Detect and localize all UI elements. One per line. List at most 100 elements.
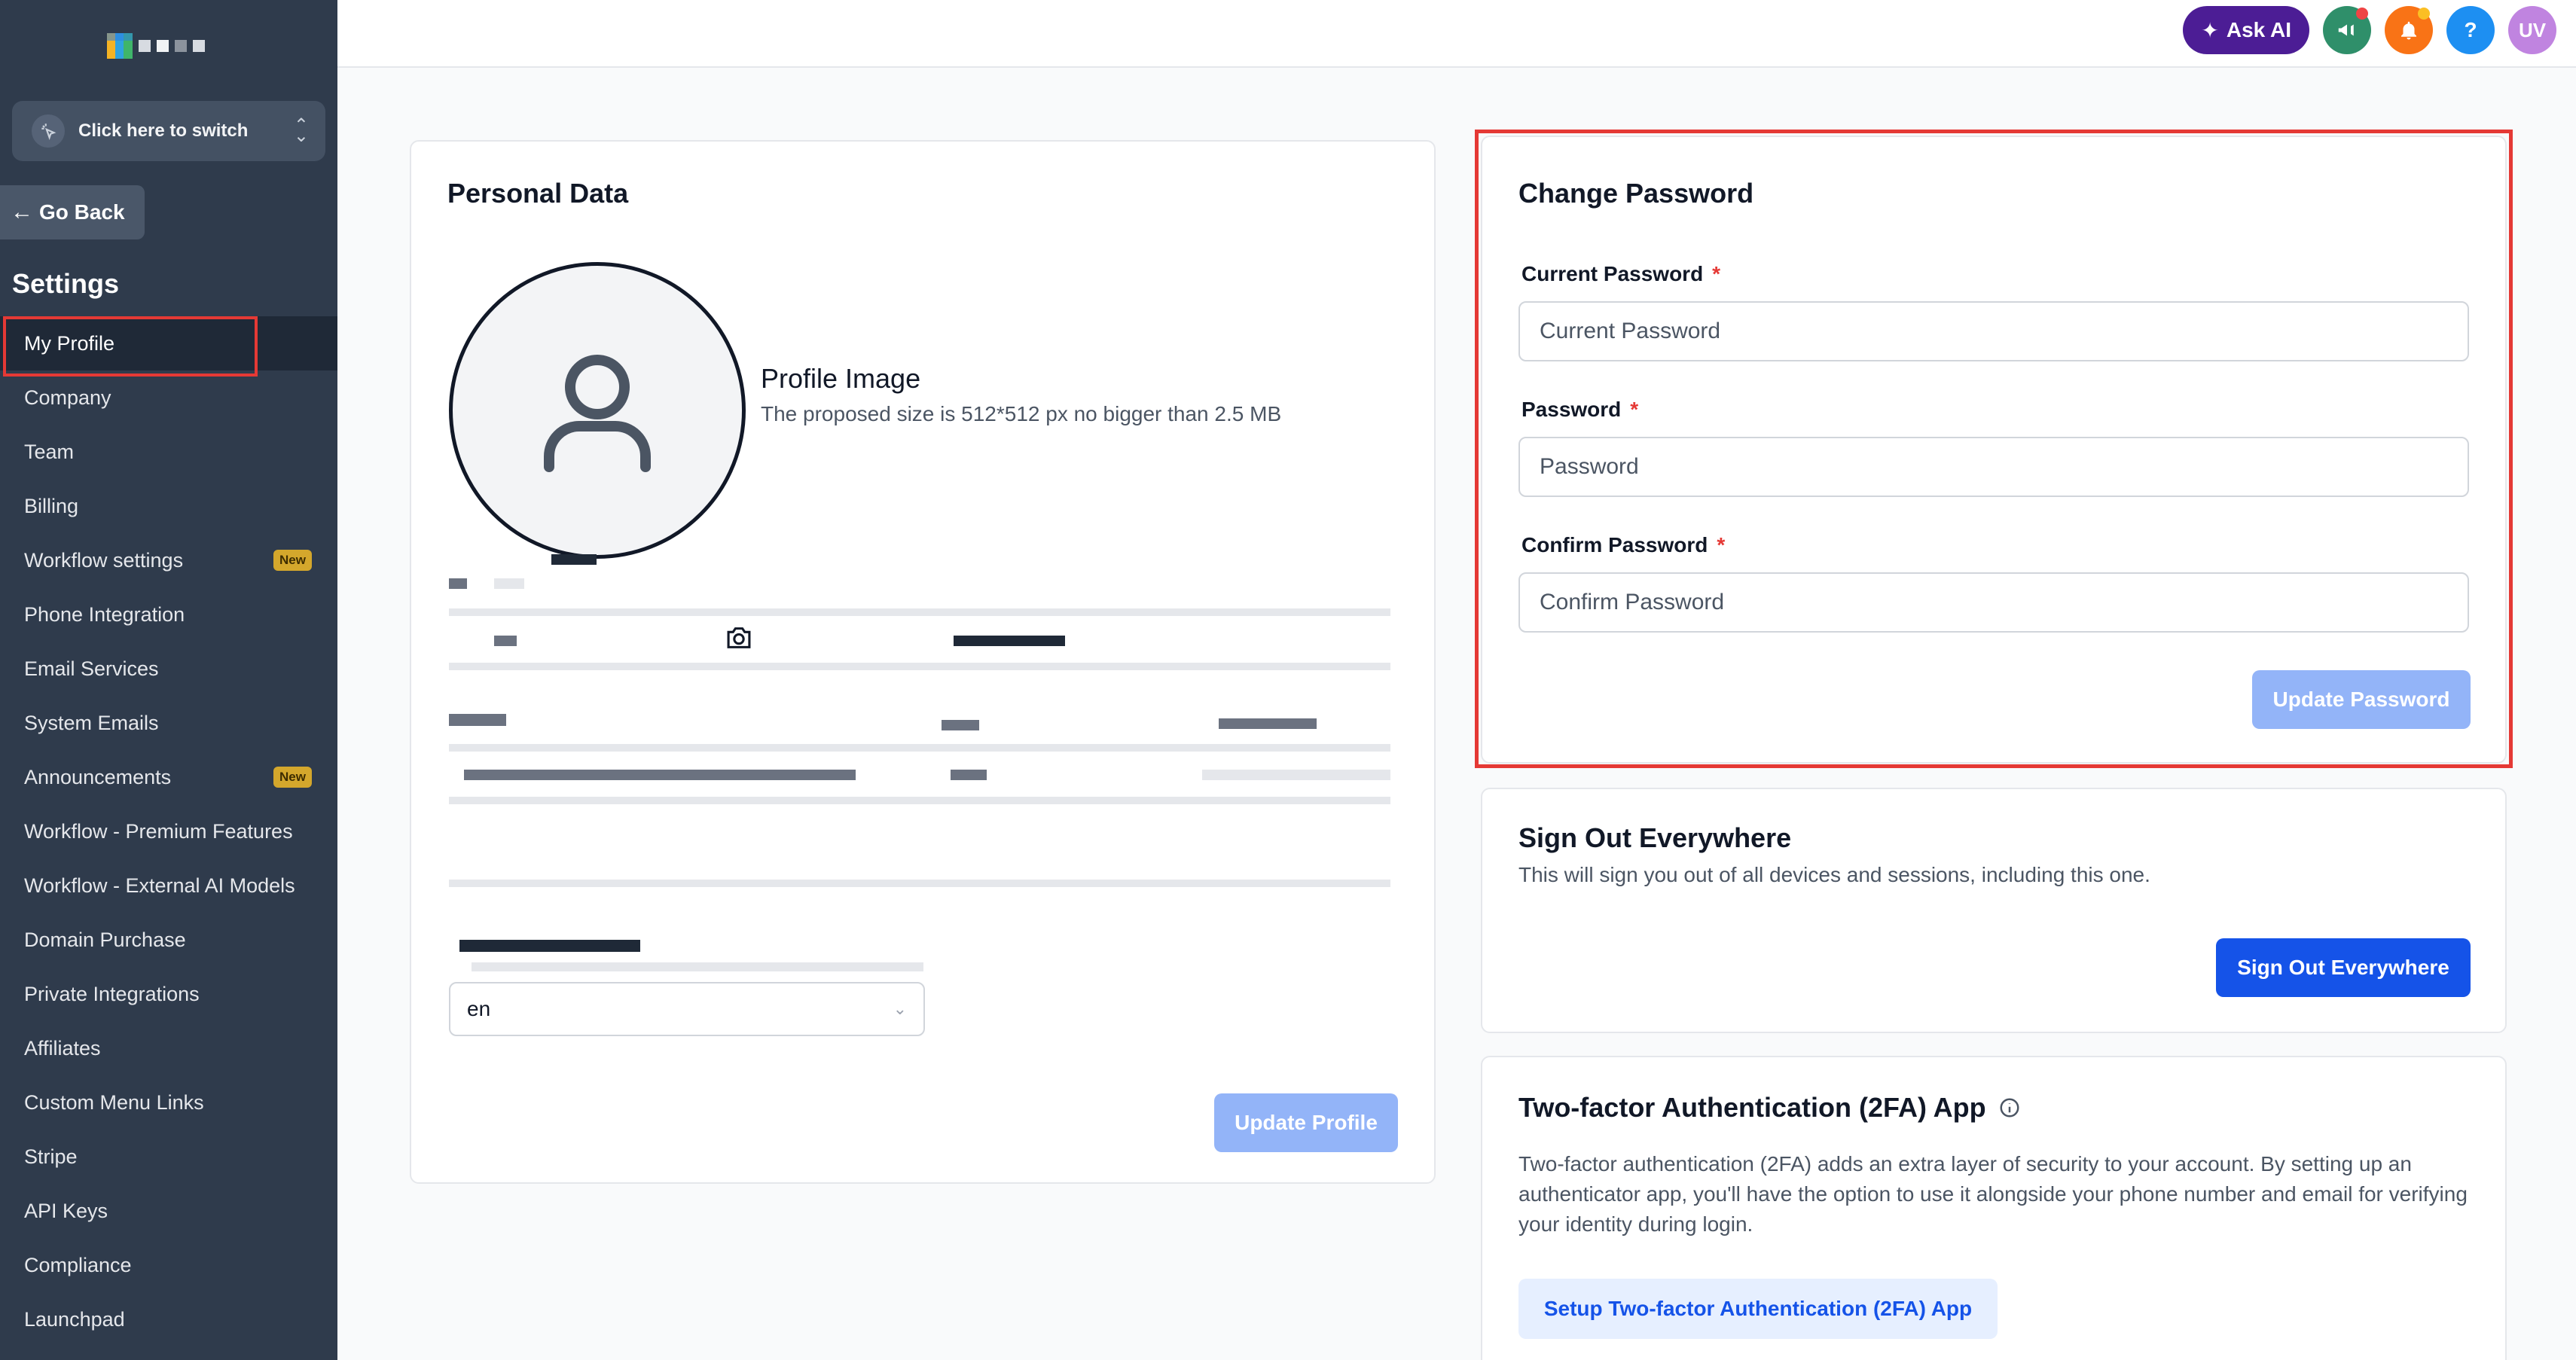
redacted-text (951, 770, 987, 780)
sidebar-item-system-emails[interactable]: System Emails (0, 696, 337, 750)
current-password-label: Current Password * (1521, 262, 1720, 286)
sidebar-item-team[interactable]: Team (0, 425, 337, 479)
sidebar-item-label: Billing (24, 494, 79, 517)
logo-mark-icon (107, 33, 133, 59)
redacted-field (449, 663, 1390, 670)
sidebar-item-label: Stripe (24, 1145, 78, 1168)
profile-image-title: Profile Image (761, 363, 921, 394)
go-back-label: Go Back (39, 200, 125, 224)
sidebar-item-phone-integration[interactable]: Phone Integration (0, 587, 337, 642)
update-password-button[interactable]: Update Password (2252, 670, 2471, 729)
two-factor-card: Two-factor Authentication (2FA) App Two-… (1481, 1056, 2507, 1360)
user-avatar[interactable]: UV (2508, 6, 2556, 54)
info-icon[interactable] (1998, 1096, 2021, 1119)
sidebar-item-my-profile[interactable]: My Profile (0, 316, 337, 370)
new-badge: New (273, 767, 312, 788)
avatar-initials: UV (2518, 18, 2547, 41)
settings-heading: Settings (12, 268, 120, 299)
new-password-input[interactable] (1518, 437, 2469, 497)
current-password-input[interactable] (1518, 301, 2469, 361)
redacted-field (449, 744, 1390, 752)
setup-2fa-button[interactable]: Setup Two-factor Authentication (2FA) Ap… (1518, 1279, 1998, 1339)
megaphone-icon (2338, 24, 2354, 36)
notification-dot (2418, 8, 2430, 20)
update-profile-button[interactable]: Update Profile (1214, 1093, 1398, 1152)
sidebar-item-workflow-external-ai-models[interactable]: Workflow - External AI Models (0, 858, 337, 913)
app-logo[interactable] (107, 33, 205, 59)
sidebar-item-api-keys[interactable]: API Keys (0, 1184, 337, 1238)
sidebar-item-private-integrations[interactable]: Private Integrations (0, 967, 337, 1021)
redacted-field (449, 880, 1390, 887)
sidebar-item-label: Launchpad (24, 1307, 125, 1331)
sidebar-item-email-services[interactable]: Email Services (0, 642, 337, 696)
sidebar-item-label: Domain Purchase (24, 928, 186, 951)
logo-text-redacted (175, 40, 187, 52)
change-password-title: Change Password (1518, 178, 1754, 209)
sign-out-everywhere-button[interactable]: Sign Out Everywhere (2216, 938, 2471, 997)
sidebar-item-stripe[interactable]: Stripe (0, 1130, 337, 1184)
sidebar-item-custom-menu-links[interactable]: Custom Menu Links (0, 1075, 337, 1130)
personal-data-title: Personal Data (447, 178, 629, 209)
new-badge: New (273, 550, 312, 571)
redacted-text (954, 636, 1065, 646)
sidebar-item-label: Compliance (24, 1253, 132, 1276)
go-back-button[interactable]: ← Go Back (0, 185, 145, 239)
sidebar-item-label: My Profile (24, 331, 115, 355)
account-switcher[interactable]: Click here to switch ⌃ ⌄ (12, 101, 325, 161)
megaphone-button[interactable] (2323, 6, 2371, 54)
redacted-text (494, 578, 524, 589)
sidebar-item-label: System Emails (24, 711, 159, 734)
sidebar-item-company[interactable]: Company (0, 370, 337, 425)
password-label: Password * (1521, 398, 1638, 422)
confirm-password-input[interactable] (1518, 572, 2469, 633)
sidebar: Click here to switch ⌃ ⌄ ← Go Back Settin… (0, 0, 337, 1360)
two-factor-header: Two-factor Authentication (2FA) App (1518, 1092, 2021, 1124)
sidebar-item-label: Workflow - Premium Features (24, 819, 293, 843)
redacted-text (464, 770, 856, 780)
redacted-text (449, 578, 467, 589)
language-value: en (467, 997, 491, 1020)
required-asterisk: * (1630, 398, 1639, 421)
redacted-text (494, 636, 517, 646)
sidebar-item-label: Workflow settings (24, 548, 184, 572)
profile-image-upload[interactable] (449, 262, 757, 656)
sidebar-item-label: Announcements (24, 765, 172, 788)
redacted-text (472, 962, 923, 971)
sign-out-description: This will sign you out of all devices an… (1518, 863, 2150, 886)
current-password-label-text: Current Password (1521, 262, 1704, 285)
sidebar-item-announcements[interactable]: Announcements New (0, 750, 337, 804)
sidebar-item-label: API Keys (24, 1199, 108, 1222)
required-asterisk: * (1712, 262, 1721, 285)
personal-data-card: Personal Data Profile Image The proposed… (410, 140, 1436, 1184)
chevron-down-icon: ⌄ (893, 999, 907, 1018)
ask-ai-label: Ask AI (2226, 18, 2291, 41)
user-placeholder-icon (544, 355, 651, 472)
language-select[interactable]: en ⌄ (449, 982, 925, 1036)
sidebar-item-workflow-settings[interactable]: Workflow settings New (0, 533, 337, 587)
settings-menu: My Profile Company Team Billing Workflow… (0, 316, 337, 1346)
confirm-password-label: Confirm Password * (1521, 533, 1725, 557)
sidebar-item-affiliates[interactable]: Affiliates (0, 1021, 337, 1075)
redacted-text (1219, 718, 1317, 729)
logo-text-redacted (157, 40, 169, 52)
sidebar-item-launchpad[interactable]: Launchpad (0, 1292, 337, 1346)
sign-out-title: Sign Out Everywhere (1518, 822, 1792, 853)
profile-image-hint: The proposed size is 512*512 px no bigge… (761, 402, 1282, 425)
help-button[interactable]: ? (2446, 6, 2495, 54)
sidebar-item-label: Custom Menu Links (24, 1090, 204, 1114)
pointer-click-icon (32, 114, 65, 148)
switcher-label: Click here to switch (78, 120, 249, 141)
sidebar-item-compliance[interactable]: Compliance (0, 1238, 337, 1292)
sparkle-icon: ✦ (2201, 18, 2219, 42)
arrow-left-icon: ← (11, 200, 33, 224)
notifications-button[interactable] (2385, 6, 2433, 54)
notification-dot (2356, 8, 2368, 20)
sidebar-item-billing[interactable]: Billing (0, 479, 337, 533)
ask-ai-button[interactable]: ✦ Ask AI (2183, 6, 2309, 54)
sidebar-item-domain-purchase[interactable]: Domain Purchase (0, 913, 337, 967)
redacted-text (1202, 770, 1390, 780)
sidebar-item-label: Private Integrations (24, 982, 200, 1005)
camera-icon[interactable] (721, 620, 757, 656)
bell-icon (2401, 21, 2416, 40)
sidebar-item-workflow-premium-features[interactable]: Workflow - Premium Features (0, 804, 337, 858)
